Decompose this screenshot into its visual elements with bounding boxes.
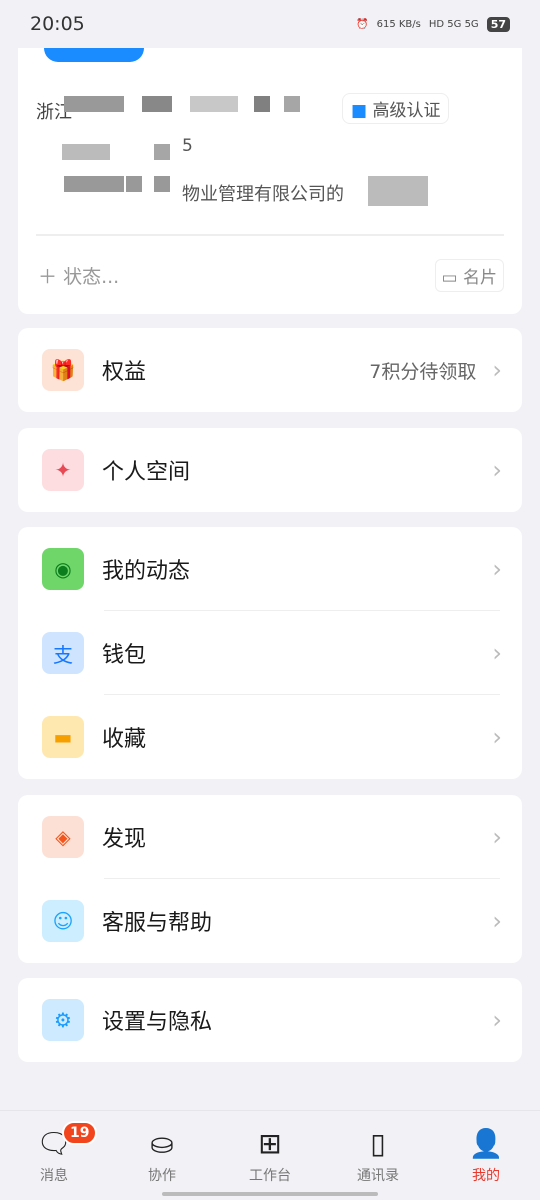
tab-messages[interactable]: 🗨 19 消息 (0, 1111, 108, 1200)
settings-card: ⚙ 设置与隐私 › (18, 978, 522, 1062)
menu-item-wallet[interactable]: 支 钱包 › (18, 611, 522, 695)
business-card-label: 名片 (463, 268, 497, 288)
tab-label: 消息 (40, 1168, 68, 1184)
menu-item-help[interactable]: ☺ 客服与帮助 › (18, 879, 522, 963)
chevron-right-icon: › (492, 907, 502, 935)
eye-icon: ◉ (42, 548, 84, 590)
chevron-right-icon: › (492, 723, 502, 751)
net-speed: 615 KB/s (376, 18, 421, 30)
tab-label: 工作台 (249, 1168, 291, 1184)
tab-label: 我的 (472, 1168, 500, 1184)
signal-icon: HD 5G 5G (428, 18, 479, 30)
bottom-tab-bar: 🗨 19 消息 ⛀ 协作 ⊞ 工作台 ▯ 通讯录 👤 我的 (0, 1110, 540, 1200)
alarm-icon: ⏰ (356, 18, 369, 30)
chevron-right-icon: › (492, 456, 502, 484)
folder-icon: ▬ (42, 716, 84, 758)
grid-icon: ⊞ (258, 1127, 282, 1160)
chevron-right-icon: › (492, 639, 502, 667)
unread-badge: 19 (62, 1121, 98, 1145)
status-bar: 20:05 ⏰ 615 KB/s HD 5G 5G 57 (0, 0, 540, 48)
discover-card: ◈ 发现 › ☺ 客服与帮助 › (18, 795, 522, 963)
compass-icon: ◈ (42, 816, 84, 858)
card-icon: ▭ (441, 268, 458, 288)
menu-label: 权益 (102, 360, 147, 385)
verified-label: 高级认证 (372, 101, 441, 121)
menu-item-discover[interactable]: ◈ 发现 › (18, 795, 522, 879)
tab-label: 协作 (148, 1168, 176, 1184)
tab-label: 通讯录 (357, 1168, 399, 1184)
status-input[interactable]: ＋ 状态... (38, 262, 119, 289)
chevron-right-icon: › (492, 1006, 502, 1034)
chevron-right-icon: › (492, 823, 502, 851)
battery-icon: 57 (486, 16, 510, 32)
tab-me[interactable]: 👤 我的 (432, 1111, 540, 1200)
menu-label: 客服与帮助 (102, 911, 213, 936)
menu-item-personal-space[interactable]: ✦ 个人空间 › (18, 428, 522, 512)
menu-item-moments[interactable]: ◉ 我的动态 › (18, 527, 522, 611)
headset-icon: ☺ (42, 900, 84, 942)
tag-text: 5 (182, 136, 193, 156)
home-indicator[interactable] (162, 1192, 378, 1196)
plus-icon: ＋ (38, 266, 58, 288)
profile-card[interactable]: 浙江 ■ 高级认证 5 物业管理有限公司的 ＋ 状态... ▭ 名片 (18, 48, 522, 314)
verified-icon: ■ (351, 101, 368, 121)
business-card-button[interactable]: ▭ 名片 (434, 259, 504, 292)
menu-item-rights[interactable]: 🎁 权益 7积分待领取 › (18, 328, 522, 412)
menu-item-settings[interactable]: ⚙ 设置与隐私 › (18, 978, 522, 1062)
tab-collaboration[interactable]: ⛀ 协作 (108, 1111, 216, 1200)
menu-label: 我的动态 (102, 559, 191, 584)
gift-icon: 🎁 (42, 349, 84, 391)
alipay-icon: 支 (42, 632, 84, 674)
rights-card: 🎁 权益 7积分待领取 › (18, 328, 522, 412)
menu-label: 收藏 (102, 727, 147, 752)
menu-label: 设置与隐私 (102, 1010, 213, 1035)
tab-workbench[interactable]: ⊞ 工作台 (216, 1111, 324, 1200)
user-icon: 👤 (468, 1127, 504, 1160)
verified-badge[interactable]: ■ 高级认证 (342, 93, 450, 124)
space-card: ✦ 个人空间 › (18, 428, 522, 512)
avatar-partial (44, 48, 144, 62)
gear-icon: ⚙ (42, 999, 84, 1041)
menu-label: 钱包 (102, 643, 147, 668)
points-text: 7积分待领取 (369, 360, 477, 383)
chevron-right-icon: › (492, 356, 502, 384)
divider (36, 234, 504, 236)
tab-contacts[interactable]: ▯ 通讯录 (324, 1111, 432, 1200)
activity-card: ◉ 我的动态 › 支 钱包 › ▬ 收藏 › (18, 527, 522, 779)
status-placeholder: 状态... (63, 266, 120, 288)
contacts-icon: ▯ (370, 1127, 386, 1160)
menu-item-favorites[interactable]: ▬ 收藏 › (18, 695, 522, 779)
clock: 20:05 (30, 13, 85, 35)
menu-label: 个人空间 (102, 460, 191, 485)
briefcase-cloud-icon: ⛀ (150, 1127, 174, 1160)
menu-label: 发现 (102, 827, 147, 852)
chevron-right-icon: › (492, 555, 502, 583)
company-text: 物业管理有限公司的 (182, 184, 344, 205)
sparkle-icon: ✦ (42, 449, 84, 491)
